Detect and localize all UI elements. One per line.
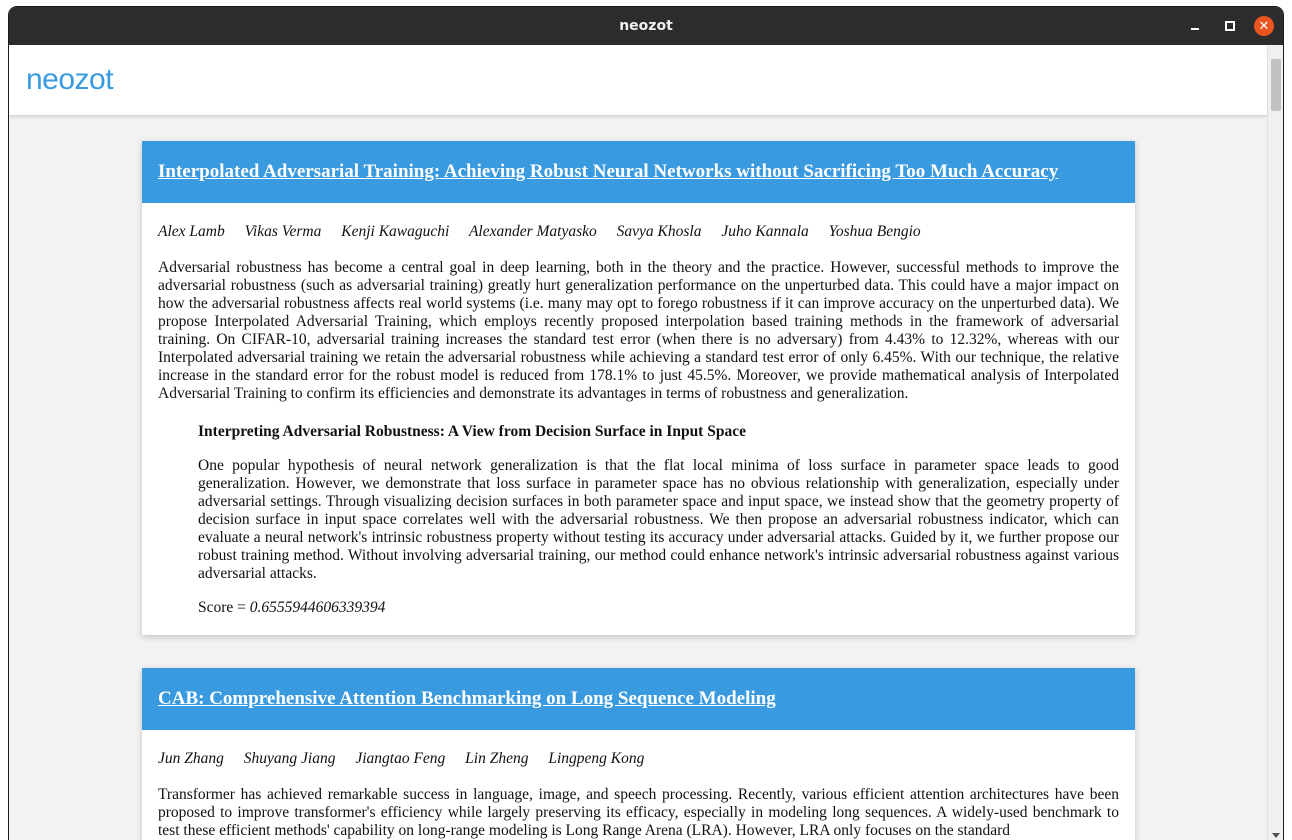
paper-card-header: CAB: Comprehensive Attention Benchmarkin…	[142, 668, 1135, 730]
window-titlebar[interactable]: neozot ✕	[9, 7, 1283, 45]
author-name: Juho Kannala	[721, 223, 809, 240]
author-list: Alex Lamb Vikas Verma Kenji Kawaguchi Al…	[158, 221, 1119, 243]
paper-card: Interpolated Adversarial Training: Achie…	[142, 141, 1135, 635]
related-paper-title: Interpreting Adversarial Robustness: A V…	[198, 423, 746, 440]
paper-card-header: Interpolated Adversarial Training: Achie…	[142, 141, 1135, 203]
author-name: Jun Zhang	[158, 750, 224, 767]
author-name: Alex Lamb	[158, 223, 225, 240]
paper-title-link[interactable]: CAB: Comprehensive Attention Benchmarkin…	[158, 688, 776, 710]
maximize-icon	[1225, 21, 1235, 31]
close-button[interactable]: ✕	[1254, 16, 1274, 36]
author-name: Shuyang Jiang	[243, 750, 336, 767]
author-name: Savya Khosla	[616, 223, 702, 240]
paper-title-link[interactable]: Interpolated Adversarial Training: Achie…	[158, 161, 1058, 183]
paper-card: CAB: Comprehensive Attention Benchmarkin…	[142, 668, 1135, 840]
scroll-down-arrow-icon[interactable]	[1272, 833, 1280, 838]
app-window: neozot ✕ neozot Interpolated Adversarial…	[9, 7, 1283, 840]
author-name: Yoshua Bengio	[828, 223, 921, 240]
author-name: Vikas Verma	[244, 223, 322, 240]
paper-feed[interactable]: Interpolated Adversarial Training: Achie…	[9, 116, 1267, 840]
author-name: Lingpeng Kong	[548, 750, 645, 767]
minimize-button[interactable]	[1185, 16, 1205, 36]
minimize-icon	[1191, 28, 1199, 30]
window-title: neozot	[619, 18, 673, 34]
vertical-scrollbar[interactable]	[1267, 45, 1283, 840]
app-logo[interactable]: neozot	[26, 65, 114, 95]
paper-abstract: Adversarial robustness has become a cent…	[158, 259, 1119, 402]
paper-card-body: Jun Zhang Shuyang Jiang Jiangtao Feng Li…	[142, 730, 1135, 840]
author-list: Jun Zhang Shuyang Jiang Jiangtao Feng Li…	[158, 748, 1119, 770]
related-paper-abstract: One popular hypothesis of neural network…	[198, 457, 1119, 582]
scrollbar-thumb[interactable]	[1271, 59, 1281, 111]
paper-card-body: Alex Lamb Vikas Verma Kenji Kawaguchi Al…	[142, 203, 1135, 617]
author-name: Jiangtao Feng	[355, 750, 446, 767]
maximize-button[interactable]	[1220, 16, 1240, 36]
score-value: 0.6555944606339394	[249, 599, 386, 616]
close-icon: ✕	[1258, 18, 1270, 34]
author-name: Alexander Matyasko	[468, 223, 597, 240]
author-name: Lin Zheng	[465, 750, 529, 767]
related-paper: Interpreting Adversarial Robustness: A V…	[198, 423, 1119, 617]
paper-abstract: Transformer has achieved remarkable succ…	[158, 786, 1119, 839]
app-header: neozot	[9, 45, 1267, 116]
score-label: Score =	[198, 599, 250, 616]
author-name: Kenji Kawaguchi	[341, 223, 450, 240]
similarity-score: Score = 0.6555944606339394	[198, 599, 1119, 617]
